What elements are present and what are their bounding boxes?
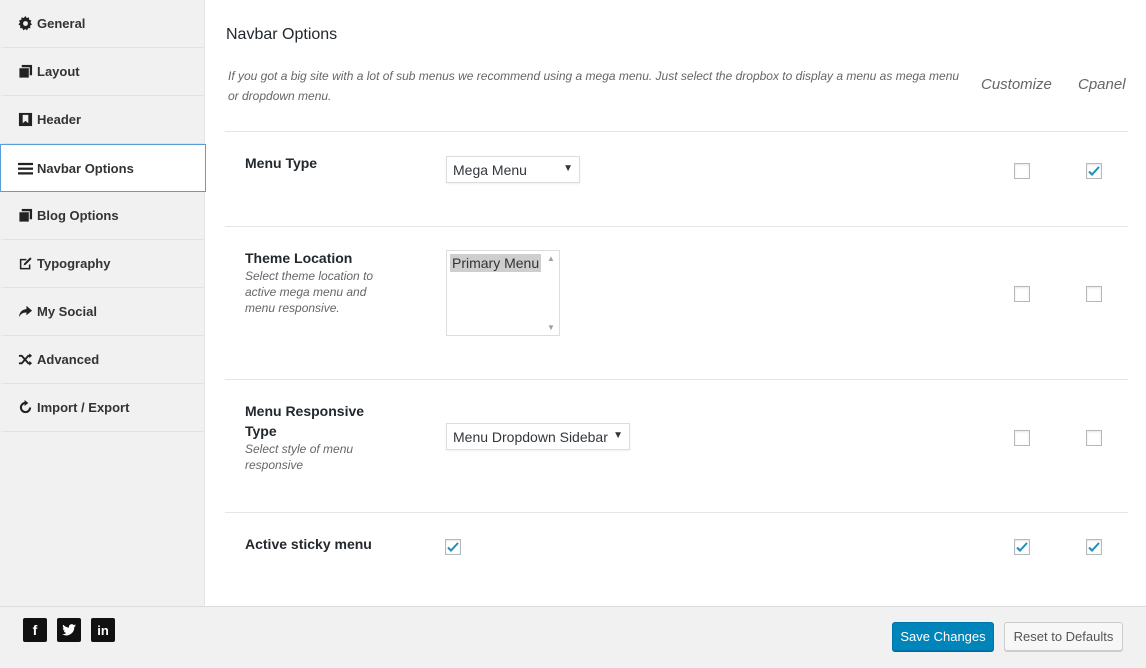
sidebar-item-general[interactable]: General (0, 0, 204, 48)
scroll-down-icon[interactable]: ▼ (547, 323, 555, 332)
checkmark-icon (1088, 166, 1100, 176)
option-label: Menu Responsive Type Select style of men… (245, 401, 385, 473)
sidebar-item-typography[interactable]: Typography (0, 240, 204, 288)
dropdown-arrow-icon: ▼ (613, 430, 623, 441)
sidebar-item-label: Header (37, 112, 82, 127)
sidebar-item-label: General (37, 16, 86, 31)
cpanel-checkbox[interactable] (1086, 430, 1102, 446)
refresh-icon (17, 400, 33, 416)
dropdown-arrow-icon: ▼ (563, 163, 573, 174)
customize-checkbox[interactable] (1014, 539, 1030, 555)
facebook-icon[interactable]: f (23, 618, 47, 642)
options-panel: Navbar Options If you got a big site wit… (205, 0, 1146, 606)
sidebar-item-label: Blog Options (37, 208, 119, 223)
sidebar-item-label: My Social (37, 304, 97, 319)
cpanel-checkbox[interactable] (1086, 539, 1102, 555)
select-value: Mega Menu (453, 161, 527, 178)
edit-icon (17, 256, 33, 272)
option-description: Select style of menu responsive (245, 442, 354, 472)
sidebar-item-label: Import / Export (37, 400, 130, 415)
save-changes-button[interactable]: Save Changes (892, 622, 994, 651)
sidebar-item-layout[interactable]: Layout (0, 48, 204, 96)
customize-checkbox[interactable] (1014, 163, 1030, 179)
cpanel-checkbox[interactable] (1086, 286, 1102, 302)
option-row-menu-type: Menu Type Mega Menu ▼ (225, 131, 1128, 226)
option-label-text: Menu Responsive Type (245, 403, 365, 439)
menu-responsive-type-select[interactable]: Menu Dropdown Sidebar ▼ (446, 423, 630, 450)
sidebar-item-blog-options[interactable]: Blog Options (0, 192, 204, 240)
sidebar-item-label: Advanced (37, 352, 100, 367)
options-sidebar: General Layout Header Navbar Options Blo… (0, 0, 206, 606)
option-description: Select theme location to active mega men… (245, 269, 374, 315)
option-label: Menu Type (245, 155, 318, 171)
customize-checkbox[interactable] (1014, 286, 1030, 302)
sidebar-item-import-export[interactable]: Import / Export (0, 384, 204, 432)
sidebar-item-header[interactable]: Header (0, 96, 204, 144)
option-label: Theme Location Select theme location to … (245, 248, 390, 316)
reset-to-defaults-button[interactable]: Reset to Defaults (1004, 622, 1123, 651)
copy-icon (17, 64, 33, 80)
copy-icon (17, 208, 33, 224)
customize-checkbox[interactable] (1014, 430, 1030, 446)
sidebar-item-navbar-options[interactable]: Navbar Options (0, 144, 206, 192)
select-value: Menu Dropdown Sidebar (453, 428, 608, 445)
twitter-icon[interactable] (57, 618, 81, 642)
checkmark-icon (1088, 542, 1100, 552)
linkedin-icon[interactable]: in (91, 618, 115, 642)
section-description: If you got a big site with a lot of sub … (228, 69, 960, 103)
listbox-scrollbar[interactable]: ▲ ▼ (543, 251, 559, 335)
share-arrow-icon (17, 304, 33, 320)
menu-type-select[interactable]: Mega Menu ▼ (446, 156, 580, 183)
menu-bars-icon (17, 160, 33, 176)
sidebar-item-label: Navbar Options (37, 160, 134, 176)
listbox-option[interactable]: Primary Menu (450, 254, 542, 272)
column-header-customize: Customize (981, 76, 1052, 93)
column-header-cpanel: Cpanel (1078, 76, 1126, 93)
checkmark-icon (1016, 542, 1028, 552)
theme-location-listbox[interactable]: Primary Menu ▲ ▼ (446, 250, 560, 336)
option-label-text: Theme Location (245, 250, 353, 266)
option-row-menu-responsive-type: Menu Responsive Type Select style of men… (225, 379, 1128, 512)
cpanel-checkbox[interactable] (1086, 163, 1102, 179)
sidebar-item-label: Typography (37, 256, 111, 271)
page-title: Navbar Options (226, 26, 338, 43)
sidebar-item-advanced[interactable]: Advanced (0, 336, 204, 384)
sidebar-item-my-social[interactable]: My Social (0, 288, 204, 336)
option-row-active-sticky-menu: Active sticky menu (225, 512, 1128, 606)
shuffle-icon (17, 352, 33, 368)
checkmark-icon (447, 542, 459, 552)
option-label: Active sticky menu (245, 536, 372, 552)
scroll-up-icon[interactable]: ▲ (547, 254, 555, 263)
sidebar-item-label: Layout (37, 64, 80, 79)
option-row-theme-location: Theme Location Select theme location to … (225, 226, 1128, 379)
bookmark-icon (17, 112, 33, 128)
gear-icon (17, 16, 33, 32)
active-sticky-menu-checkbox[interactable] (445, 539, 461, 555)
